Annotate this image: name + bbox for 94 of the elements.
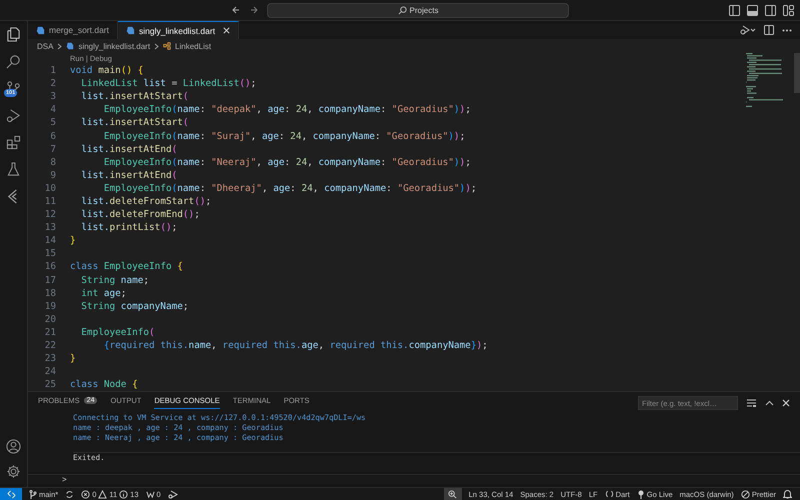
zoom-in-icon bbox=[448, 490, 458, 498]
settings-icon[interactable] bbox=[6, 464, 21, 479]
line-number: 25 bbox=[44, 379, 57, 390]
code-line: class EmployeeInfo { bbox=[70, 261, 183, 272]
line-number: 7 bbox=[49, 144, 57, 155]
line-number: 22 bbox=[44, 340, 57, 352]
code-line: EmployeeInfo(name: "deepak", age: 24, companyName: "Georadius")); bbox=[104, 104, 471, 116]
toggle-sidebar-icon[interactable] bbox=[729, 4, 740, 16]
code-line: LinkedList list = LinkedList(); bbox=[81, 78, 256, 90]
code-line: EmployeeInfo( bbox=[81, 326, 155, 338]
debug-icon[interactable] bbox=[168, 490, 178, 498]
code-line: {required this.name, required this.age, required this.companyName}); bbox=[104, 340, 488, 352]
dart-file-icon bbox=[66, 42, 74, 50]
line-number: 8 bbox=[49, 156, 57, 168]
minimap-drawing bbox=[746, 53, 784, 108]
toggle-secondary-sidebar-icon[interactable] bbox=[765, 4, 776, 16]
code-line: list.insertAtStart( bbox=[81, 91, 189, 102]
code-line: EmployeeInfo(name: "Neeraj", age: 24, companyName: "Georadius")); bbox=[104, 156, 471, 168]
more-actions-icon[interactable] bbox=[782, 28, 792, 32]
forward-arrow-icon[interactable] bbox=[249, 5, 259, 15]
line-number: 23 bbox=[44, 353, 57, 364]
zoom-button[interactable] bbox=[444, 488, 462, 500]
line-number: 24 bbox=[44, 366, 57, 378]
code-line: } bbox=[70, 235, 76, 246]
sync-icon[interactable] bbox=[65, 490, 74, 498]
back-arrow-icon[interactable] bbox=[231, 5, 241, 15]
line-number: 21 bbox=[44, 326, 57, 338]
line-number: 14 bbox=[44, 235, 57, 246]
line-number: 9 bbox=[49, 170, 57, 181]
split-editor-icon[interactable] bbox=[764, 25, 774, 35]
code-line: EmployeeInfo(name: "Suraj", age: 24, companyName: "Georadius")); bbox=[104, 130, 466, 142]
line-number: 19 bbox=[44, 300, 57, 312]
code-line: void main() { bbox=[70, 65, 144, 76]
line-number: 5 bbox=[49, 117, 57, 128]
remote-icon bbox=[6, 490, 16, 498]
maximize-panel-icon[interactable] bbox=[765, 400, 774, 406]
console-prompt[interactable]: > bbox=[62, 475, 67, 484]
line-number: 20 bbox=[44, 314, 57, 325]
notifications-bell-icon[interactable] bbox=[783, 489, 792, 499]
code-line: list.insertAtEnd( bbox=[81, 144, 178, 155]
flask-icon[interactable] bbox=[6, 162, 21, 177]
toggle-panel-icon[interactable] bbox=[747, 4, 758, 16]
class-symbol-icon bbox=[163, 42, 172, 50]
search-icon[interactable] bbox=[6, 54, 21, 69]
line-number: 4 bbox=[49, 104, 57, 116]
code-line: int age; bbox=[81, 288, 126, 299]
line-number: 11 bbox=[44, 196, 57, 207]
line-number: 10 bbox=[44, 182, 57, 194]
code-line: } bbox=[70, 353, 76, 364]
close-icon[interactable] bbox=[782, 399, 790, 407]
code-line: list.printList(); bbox=[81, 222, 178, 234]
code-line: String companyName; bbox=[81, 300, 189, 312]
chevron-right-icon bbox=[57, 42, 62, 50]
line-number: 12 bbox=[44, 209, 57, 220]
run-dropdown-icon[interactable] bbox=[740, 25, 756, 35]
code-line: list.insertAtEnd( bbox=[81, 170, 178, 181]
line-number: 13 bbox=[44, 222, 57, 234]
line-number: 6 bbox=[49, 130, 57, 142]
code-line: list.deleteFromStart(); bbox=[81, 196, 212, 207]
chevron-right-icon bbox=[154, 42, 160, 50]
dart-file-icon bbox=[36, 26, 45, 34]
line-number: 1 bbox=[49, 65, 57, 76]
breadcrumb-item[interactable]: singly_linkedlist.dart bbox=[78, 42, 150, 50]
close-icon[interactable] bbox=[223, 27, 230, 34]
breadcrumb-item[interactable]: DSA bbox=[37, 42, 54, 50]
command-search-field[interactable]: Projects bbox=[267, 2, 569, 18]
warning-icon bbox=[98, 490, 108, 498]
code-line: list.insertAtStart( bbox=[81, 117, 189, 128]
code-line: String name; bbox=[81, 274, 150, 286]
word-wrap-icon[interactable] bbox=[746, 398, 757, 408]
line-number: 2 bbox=[49, 78, 57, 90]
code-line: class Node { bbox=[70, 379, 138, 390]
line-number: 15 bbox=[44, 248, 57, 260]
code-line: list.deleteFromEnd(); bbox=[81, 209, 200, 220]
line-number: 18 bbox=[44, 288, 57, 299]
branch-icon bbox=[29, 490, 37, 498]
extensions-icon[interactable] bbox=[6, 135, 21, 150]
code-line: EmployeeInfo(name: "Dheeraj", age: 24, companyName: "Georadius")); bbox=[104, 182, 477, 194]
line-number: 17 bbox=[44, 274, 57, 286]
error-icon bbox=[81, 490, 90, 498]
breadcrumb-item[interactable]: LinkedList bbox=[175, 42, 212, 50]
run-debug-icon[interactable] bbox=[6, 108, 21, 123]
customize-layout-icon[interactable] bbox=[783, 4, 794, 16]
files-icon[interactable] bbox=[6, 27, 21, 42]
line-number: 16 bbox=[44, 261, 57, 272]
search-icon bbox=[398, 6, 407, 14]
braces-icon bbox=[604, 490, 614, 498]
account-icon[interactable] bbox=[6, 439, 21, 454]
dart-file-icon bbox=[126, 26, 135, 35]
line-number: 3 bbox=[49, 91, 57, 102]
prohibited-icon bbox=[740, 490, 750, 498]
remote-button[interactable] bbox=[0, 488, 22, 500]
info-icon bbox=[119, 490, 128, 498]
editor-tab[interactable]: singly_linkedlist.dart bbox=[118, 21, 240, 39]
